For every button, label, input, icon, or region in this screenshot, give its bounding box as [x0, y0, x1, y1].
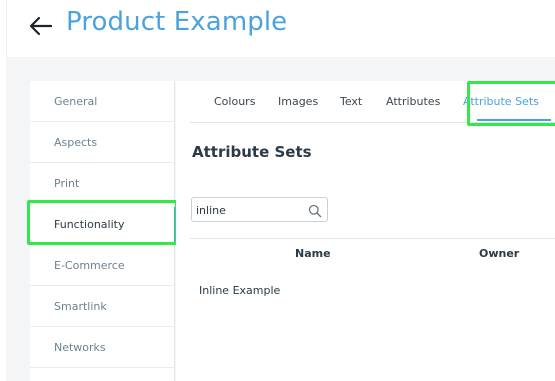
cell-name: Inline Example [199, 284, 281, 297]
column-header-name[interactable]: Name [295, 247, 331, 260]
page-header: Product Example [0, 0, 555, 381]
sidebar: General Aspects Print Functionality E-Co… [27, 81, 178, 381]
tab-images[interactable]: Images [278, 81, 318, 123]
active-tab-indicator [477, 119, 551, 121]
sidebar-item-label: Networks [54, 340, 106, 354]
arrow-left-icon[interactable] [28, 13, 54, 39]
sidebar-item-e-commerce[interactable]: E-Commerce [30, 245, 175, 286]
tab-attribute-sets[interactable]: Attribute Sets [463, 81, 539, 123]
tab-attributes[interactable]: Attributes [386, 81, 440, 123]
table-header: Name Owner [190, 238, 555, 268]
tab-colours[interactable]: Colours [214, 81, 255, 123]
sidebar-item-label: Functionality [54, 217, 125, 231]
table-row[interactable]: Inline Example [190, 274, 555, 308]
page-title: Product Example [66, 7, 288, 37]
sidebar-item-label: Smartlink [54, 299, 107, 313]
sidebar-item-label: E-Commerce [54, 258, 125, 272]
search-field[interactable] [191, 197, 328, 222]
sidebar-item-label: Aspects [54, 135, 98, 149]
search-icon[interactable] [308, 203, 322, 218]
sidebar-item-print[interactable]: Print [30, 163, 175, 204]
sidebar-item-general[interactable]: General [30, 81, 175, 122]
section-title: Attribute Sets [192, 143, 312, 161]
main-panel: Colours Images Text Attributes Attribute… [176, 81, 555, 381]
tab-text[interactable]: Text [340, 81, 362, 123]
sidebar-item-aspects[interactable]: Aspects [30, 122, 175, 163]
sidebar-item-label: Print [54, 176, 80, 190]
sidebar-item-networks[interactable]: Networks [30, 327, 175, 368]
sidebar-item-label: General [54, 94, 98, 108]
tab-bar: Colours Images Text Attributes Attribute… [190, 81, 555, 126]
sidebar-item-functionality[interactable]: Functionality [27, 200, 178, 245]
sidebar-item-smartlink[interactable]: Smartlink [30, 286, 175, 327]
page: Product Example General Aspects Print Fu… [0, 0, 555, 381]
column-header-owner[interactable]: Owner [479, 247, 519, 260]
search-input[interactable] [196, 201, 306, 219]
